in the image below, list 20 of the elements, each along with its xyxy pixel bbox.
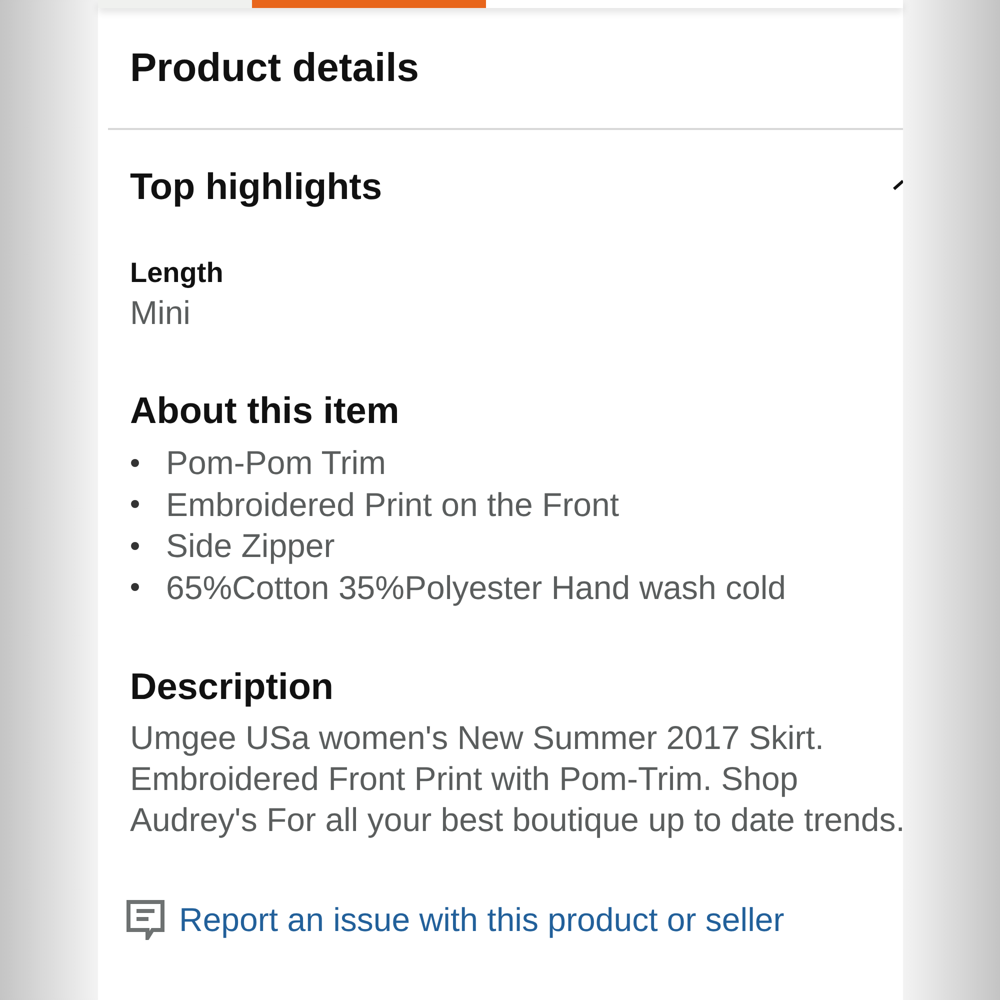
section-heading: Top highlights	[130, 166, 382, 208]
attribute-label: Length	[130, 257, 224, 289]
description-text: Umgee USa women's New Summer 2017 Skirt. Embroidered Front Print with Pom-Trim. Shop Audrey's For all your best boutique up to date trends.	[130, 718, 906, 840]
bullet-text: Embroidered Print on the Front	[166, 484, 620, 525]
tab[interactable]	[98, 0, 252, 8]
bullet-text: Side Zipper	[166, 526, 335, 566]
report-issue-link[interactable]: Report an issue with this product or seller	[179, 900, 784, 940]
tab[interactable]	[252, 0, 486, 8]
bullet-icon	[131, 542, 139, 550]
page-title: Product details	[130, 45, 419, 91]
bullet-icon	[131, 583, 139, 592]
comment-icon	[126, 900, 165, 940]
chevron-icon[interactable]	[893, 180, 903, 190]
bullet-icon	[131, 458, 139, 467]
section-heading: Description	[130, 666, 334, 708]
bullet-icon	[131, 500, 139, 508]
bullet-text: 65%Cotton 35%Polyester Hand wash cold	[166, 568, 786, 608]
section-heading: About this item	[130, 390, 400, 432]
bullet-text: Pom-Pom Trim	[166, 443, 386, 484]
attribute-value: Mini	[130, 293, 191, 333]
